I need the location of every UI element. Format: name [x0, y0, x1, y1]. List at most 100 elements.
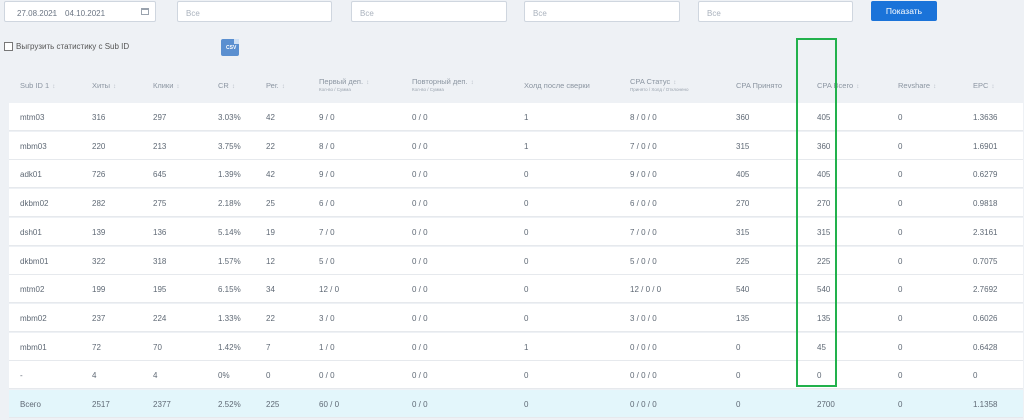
subid-export-option[interactable]: Выгрузить статистику с Sub ID — [4, 42, 129, 51]
column-header[interactable]: CPA Статус ↕ Принято / Холд / Отклонено — [630, 77, 689, 92]
table-cell: 0 — [266, 371, 271, 381]
sort-icon[interactable]: ↕ — [113, 84, 116, 90]
column-header[interactable]: Рег. ↕ — [266, 81, 285, 90]
sort-icon[interactable]: ↕ — [991, 84, 994, 90]
table-cell: 0 / 0 — [412, 199, 428, 209]
column-header[interactable]: Revshare ↕ — [898, 81, 936, 90]
table-cell: 315 — [817, 227, 831, 237]
date-range-input[interactable]: 27.08.2021 – 04.10.2021 — [4, 1, 156, 22]
table-cell: 4 — [153, 371, 158, 381]
sort-icon[interactable]: ↕ — [232, 84, 235, 90]
table-cell: 405 — [817, 170, 831, 180]
table-cell: 0 — [898, 313, 903, 323]
table-cell: 12 / 0 — [319, 285, 340, 295]
subid-checkbox[interactable] — [4, 42, 13, 51]
column-header[interactable]: Холд после сверки — [524, 81, 590, 90]
table-cell: 42 — [266, 113, 275, 122]
table-cell: mtm03 — [20, 113, 45, 122]
table-cell: 135 — [817, 313, 831, 323]
table-cell: 315 — [736, 227, 750, 237]
table-cell: 45 — [817, 342, 826, 352]
table-cell: 199 — [92, 285, 106, 295]
column-header[interactable]: CPA Принято — [736, 81, 782, 90]
table-cell: 0 — [817, 371, 822, 381]
sort-icon[interactable]: ↕ — [52, 84, 55, 90]
table-cell: 135 — [736, 313, 750, 323]
table-cell: 0 — [524, 170, 529, 180]
table-row: mtm02 199 195 6.15% 34 12 / 0 0 / 0 0 12 / 0 / 0… — [9, 275, 1023, 304]
table-cell: 270 — [817, 199, 831, 209]
column-header[interactable]: Первый деп. ↕ Кол-во / Сумма — [319, 77, 369, 92]
table-cell: 0 — [898, 285, 903, 295]
table-cell: 0 — [524, 371, 529, 381]
table-cell: 540 — [817, 285, 831, 295]
csv-download-icon[interactable]: CSV — [221, 39, 239, 56]
column-header[interactable]: Хиты ↕ — [92, 81, 116, 90]
table-cell: 139 — [92, 227, 106, 237]
sort-icon[interactable]: ↕ — [471, 80, 474, 86]
table-cell: 1.42% — [218, 342, 241, 352]
table-cell: 3.03% — [218, 113, 241, 122]
table-cell: 318 — [153, 256, 167, 266]
table-cell: 0 / 0 — [412, 342, 428, 352]
table-cell: 2700 — [817, 400, 835, 409]
calendar-icon[interactable] — [141, 8, 149, 15]
table-cell: 2377 — [153, 400, 171, 409]
table-cell: 0 — [524, 256, 529, 266]
table-cell: 1 — [524, 141, 529, 151]
table-cell: 42 — [266, 170, 275, 180]
table-cell: 1.6901 — [973, 141, 998, 151]
table-cell: 2.18% — [218, 199, 241, 209]
table-cell: 0 / 0 — [412, 256, 428, 266]
table-cell: 5.14% — [218, 227, 241, 237]
sort-icon[interactable]: ↕ — [176, 84, 179, 90]
table-cell: 0 / 0 — [412, 400, 428, 409]
filter-select-3[interactable]: Все — [524, 1, 680, 22]
sort-icon[interactable]: ↕ — [282, 84, 285, 90]
table-cell: 0 — [736, 371, 741, 381]
table-cell: mtm02 — [20, 285, 45, 295]
table-cell: 0.7075 — [973, 256, 998, 266]
column-header-sublabel: Кол-во / Сумма — [412, 87, 444, 92]
table-cell: mbm01 — [20, 342, 47, 352]
table-cell: 9 / 0 — [319, 170, 335, 180]
column-header-label: Sub ID 1 — [20, 81, 50, 90]
table-cell: 0 — [524, 199, 529, 209]
filter-select-2[interactable]: Все — [351, 1, 507, 22]
table-cell: 22 — [266, 313, 275, 323]
table-row: dkbm01 322 318 1.57% 12 5 / 0 0 / 0 0 5 / 0 / 0 2… — [9, 246, 1023, 275]
filter-select-4[interactable]: Все — [698, 1, 853, 22]
table-cell: 297 — [153, 113, 167, 122]
table-cell: 2.3161 — [973, 227, 998, 237]
sort-icon[interactable]: ↕ — [933, 84, 936, 90]
table-cell: 1.39% — [218, 170, 241, 180]
sort-icon[interactable]: ↕ — [366, 80, 369, 86]
show-button[interactable]: Показать — [871, 1, 937, 21]
table-row: dkbm02 282 275 2.18% 25 6 / 0 0 / 0 0 6 / 0 / 0 2… — [9, 189, 1023, 218]
column-header-label: Первый деп. — [319, 77, 364, 86]
column-header-label: CPA Статус — [630, 77, 671, 86]
table-cell: 1.33% — [218, 313, 241, 323]
table-cell: 0 — [524, 227, 529, 237]
table-cell: 0 — [898, 199, 903, 209]
column-header-label: CPA Всего — [817, 81, 854, 90]
column-header[interactable]: Sub ID 1 ↕ — [20, 81, 55, 90]
table-cell: 7 / 0 / 0 — [630, 227, 657, 237]
filter-select-1[interactable]: Все — [177, 1, 332, 22]
sort-icon[interactable]: ↕ — [856, 84, 859, 90]
table-row: mbm03 220 213 3.75% 22 8 / 0 0 / 0 1 7 / 0 / 0 31… — [9, 131, 1023, 160]
column-header[interactable]: Повторный деп. ↕ Кол-во / Сумма — [412, 77, 474, 92]
table-cell: 360 — [817, 141, 831, 151]
column-header[interactable]: Клики ↕ — [153, 81, 179, 90]
column-header-label: Хиты — [92, 81, 111, 90]
column-header[interactable]: EPC ↕ — [973, 81, 994, 90]
column-header[interactable]: CPA Всего ↕ — [817, 81, 859, 90]
table-cell: 1 — [524, 342, 529, 352]
table-cell: 5 / 0 — [319, 256, 335, 266]
table-cell: 225 — [817, 256, 831, 266]
table-cell: 726 — [92, 170, 106, 180]
column-header-label: CR — [218, 81, 229, 90]
column-header[interactable]: CR ↕ — [218, 81, 235, 90]
table-cell: 0% — [218, 371, 230, 381]
sort-icon[interactable]: ↕ — [673, 80, 676, 86]
